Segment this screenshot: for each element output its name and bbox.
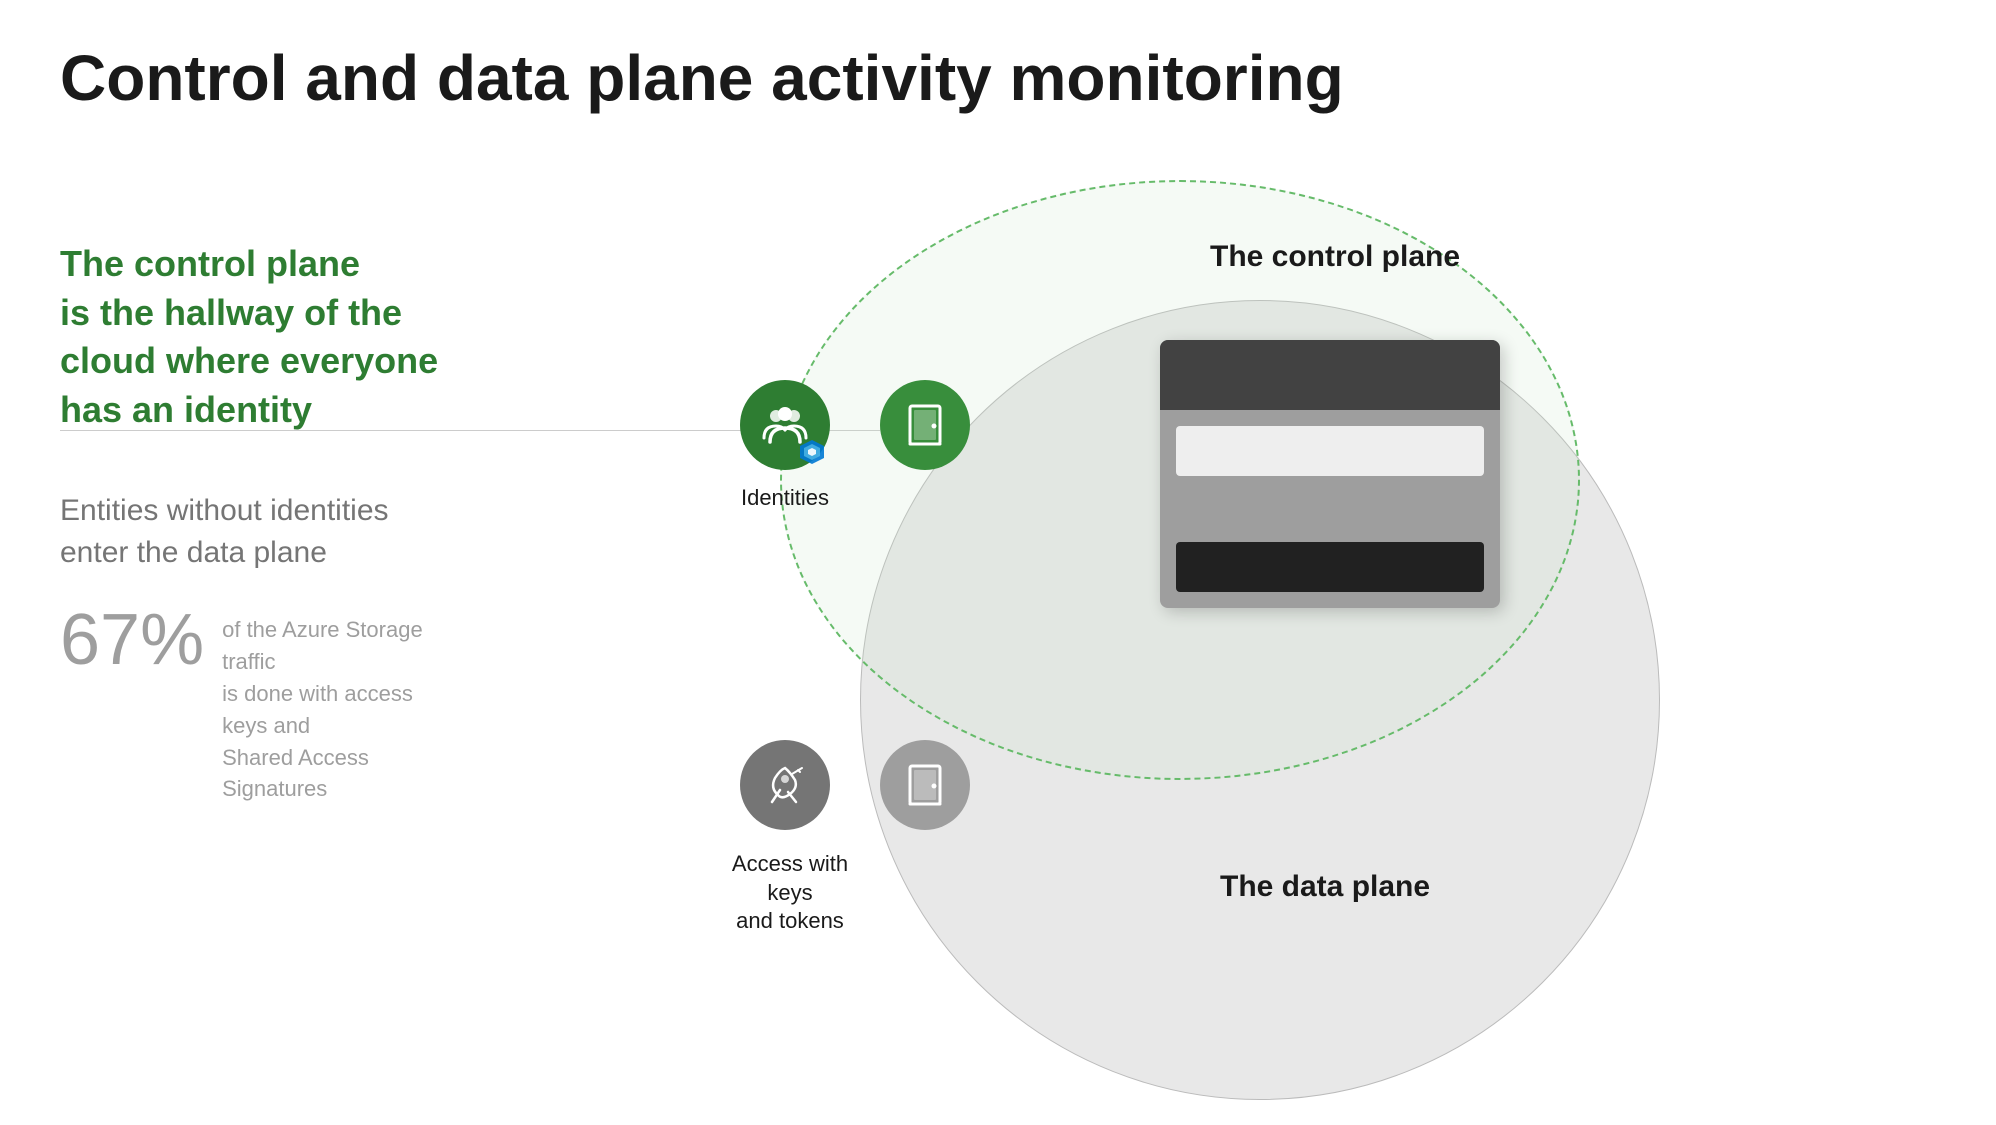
keys-icon-circle xyxy=(740,740,830,830)
identities-icon-circle xyxy=(740,380,830,470)
stat-percent: 67% xyxy=(60,604,204,676)
card-row-3 xyxy=(1176,542,1484,592)
page-title: Control and data plane activity monitori… xyxy=(60,40,1344,117)
keys-label: Access with keysand tokens xyxy=(710,850,870,936)
control-plane-label: The control plane xyxy=(1210,240,1460,274)
door-gray-icon xyxy=(900,760,950,810)
keys-icon xyxy=(760,760,810,810)
door-gray-icon-circle xyxy=(880,740,970,830)
data-plane-label: The data plane xyxy=(1220,870,1430,904)
lower-left: Entities without identitiesenter the dat… xyxy=(60,470,520,805)
green-heading: The control plane is the hallway of the … xyxy=(60,240,580,434)
left-panel: The control plane is the hallway of the … xyxy=(60,240,580,474)
stat-description: of the Azure Storage traffic is done wit… xyxy=(222,604,462,805)
card-top-bar xyxy=(1160,340,1500,410)
door-green-icon-circle xyxy=(880,380,970,470)
resource-card xyxy=(1160,340,1500,608)
door-green-icon xyxy=(900,400,950,450)
entities-subheading: Entities without identitiesenter the dat… xyxy=(60,490,520,574)
stat-row: 67% of the Azure Storage traffic is done… xyxy=(60,604,520,805)
card-row-2 xyxy=(1176,484,1484,534)
identities-label: Identities xyxy=(730,485,840,511)
azure-logo xyxy=(798,438,826,466)
diagram: The control plane The data plane xyxy=(680,180,1940,1040)
card-row-1 xyxy=(1176,426,1484,476)
